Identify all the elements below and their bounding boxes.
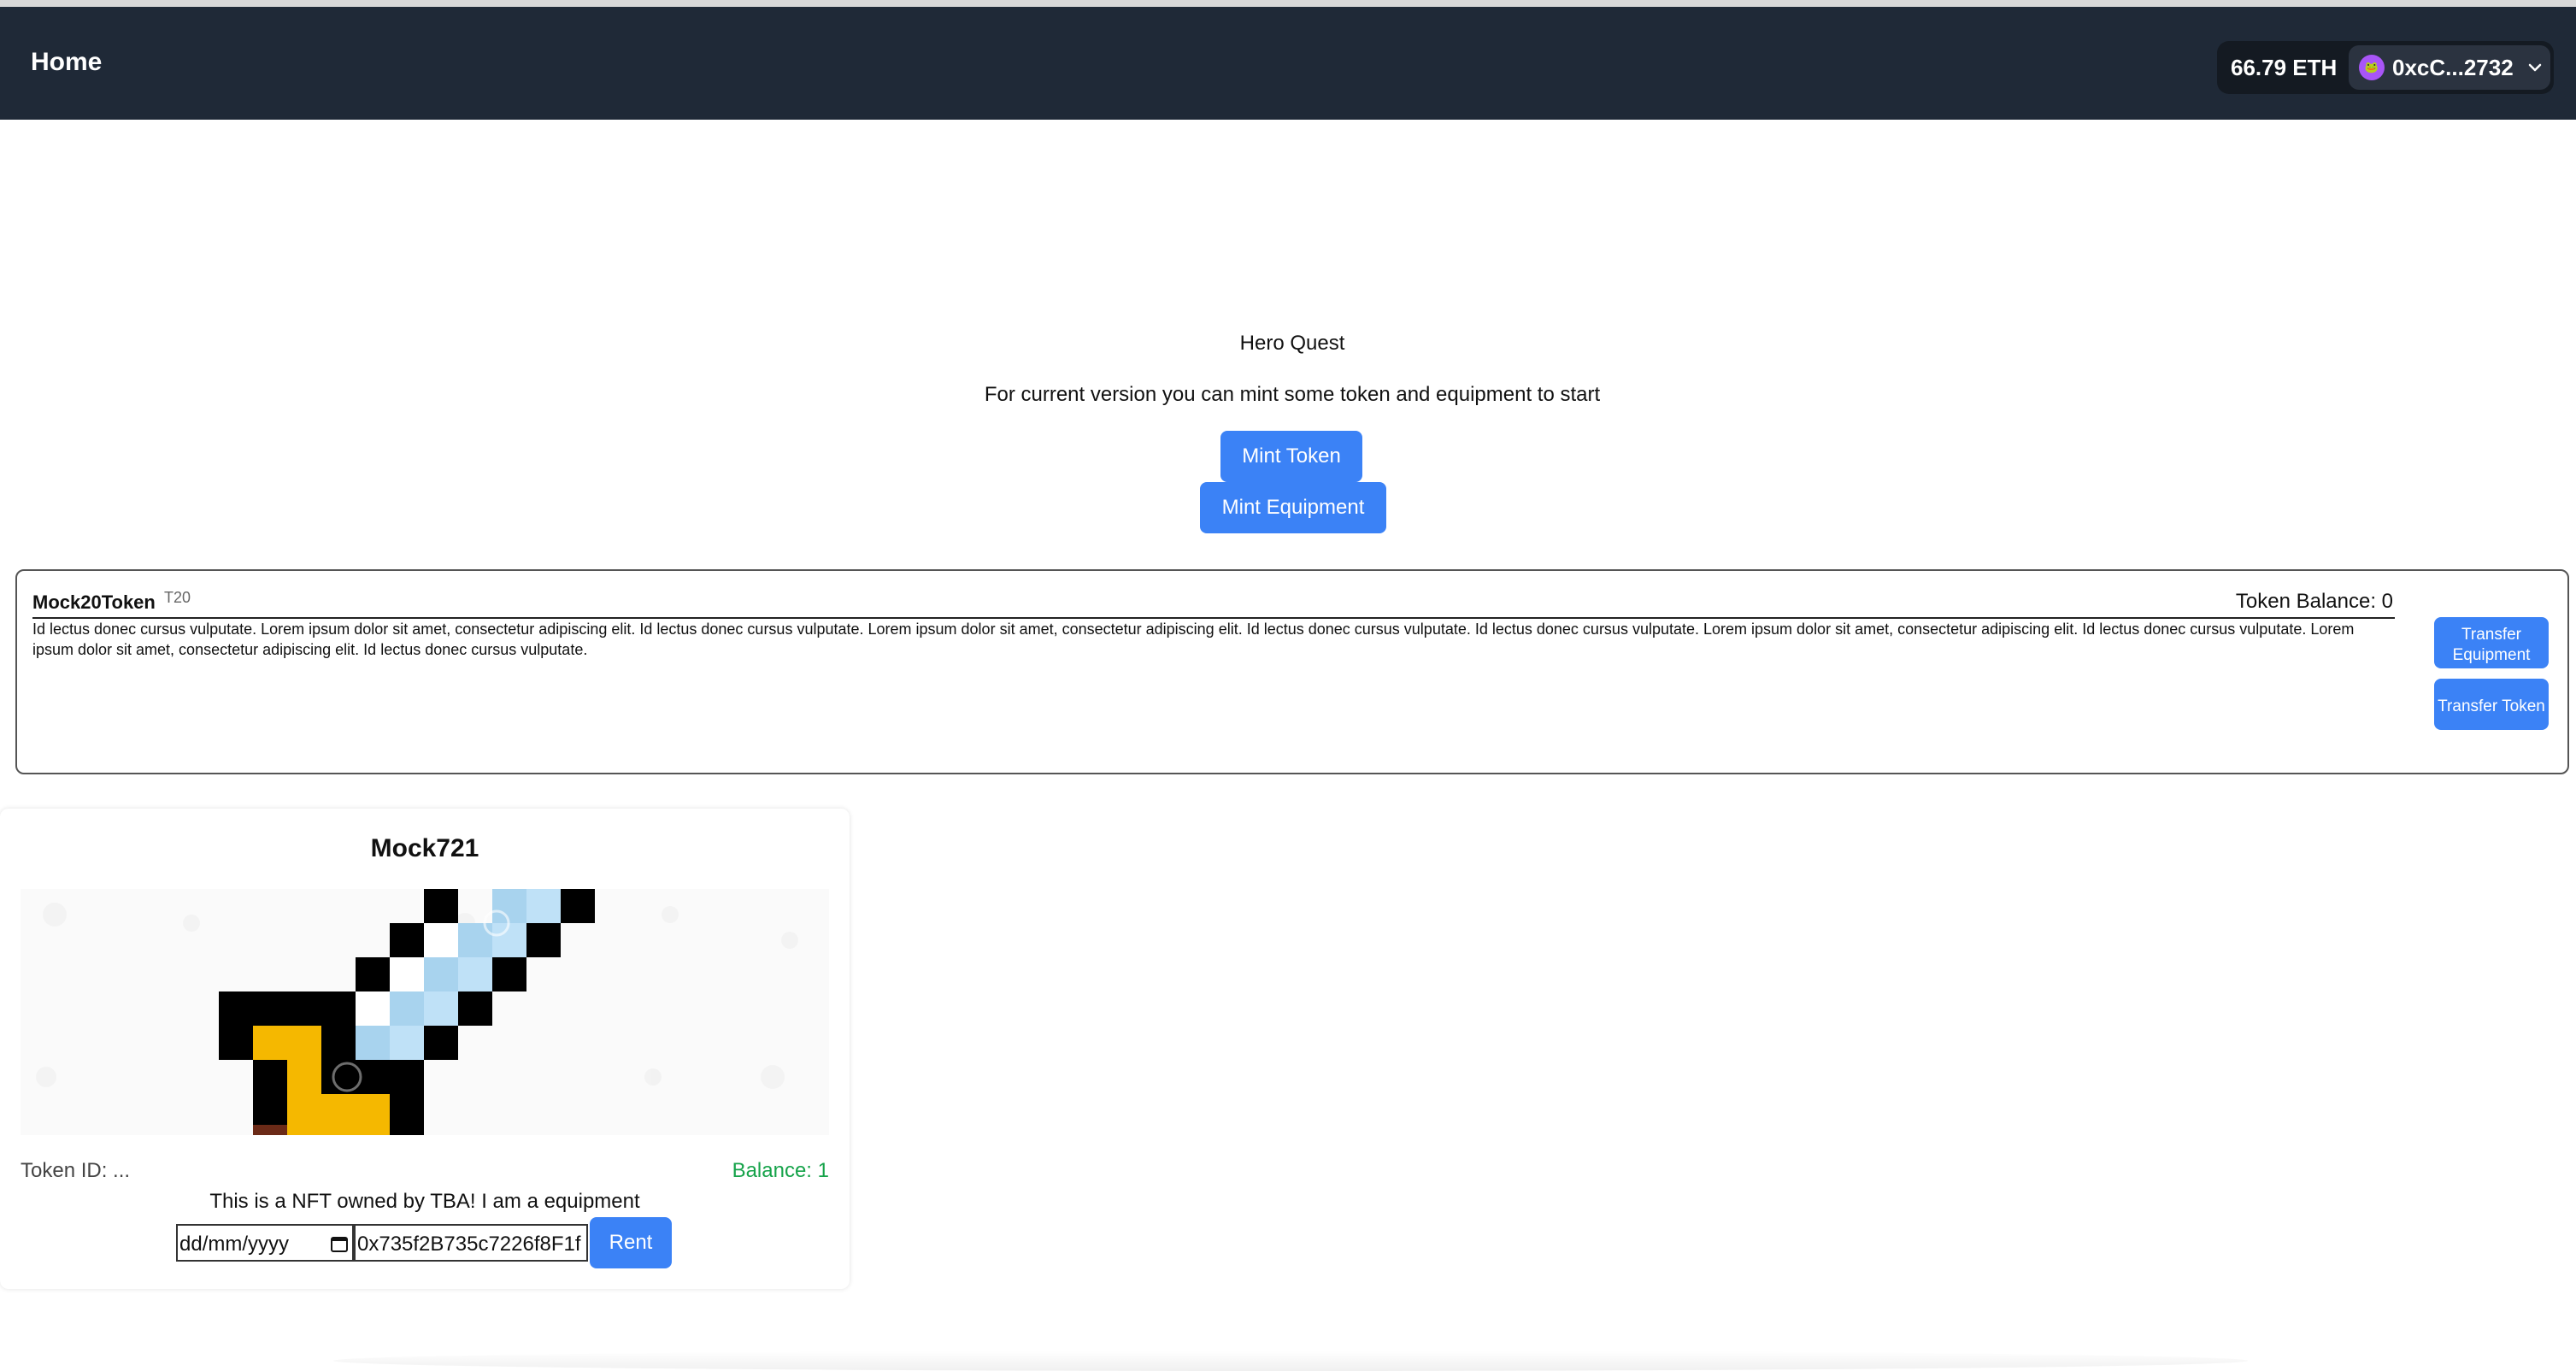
account-button[interactable]: 🐸 0xcC...2732: [2349, 45, 2550, 90]
wallet-widget: 66.79 ETH 🐸 0xcC...2732: [2217, 41, 2554, 94]
nav-home-link[interactable]: Home: [31, 48, 102, 77]
nft-title: Mock721: [370, 834, 479, 862]
address-value: 0x735f2B735c7226f8F1f: [357, 1233, 581, 1256]
token-balance: Token Balance: 0: [2235, 590, 2393, 613]
mint-equipment-button[interactable]: Mint Equipment: [1200, 482, 1386, 533]
avatar-icon: 🐸: [2359, 55, 2385, 80]
account-address: 0xcC...2732: [2392, 55, 2514, 80]
eth-balance: 66.79 ETH: [2231, 55, 2338, 80]
transfer-equipment-button[interactable]: Transfer Equipment: [2434, 617, 2549, 668]
bottom-shadow: [333, 1350, 2248, 1371]
token-description: Id lectus donec cursus vulputate. Lorem …: [32, 621, 2355, 658]
rent-date-input[interactable]: dd/mm/yyyy: [176, 1224, 354, 1262]
date-placeholder: dd/mm/yyyy: [179, 1233, 290, 1256]
rent-button[interactable]: Rent: [590, 1217, 672, 1268]
calendar-icon[interactable]: [330, 1234, 349, 1253]
nft-card: Mock721 Token ID: ... Balance: 1 This is…: [0, 809, 850, 1289]
browser-top-strip: [0, 0, 2576, 7]
rent-address-input[interactable]: 0x735f2B735c7226f8F1f: [354, 1224, 588, 1262]
token-name: Mock20Token: [32, 591, 156, 613]
sword-pixel-art: [36, 889, 798, 1135]
nft-balance: Balance: 1: [732, 1159, 829, 1182]
nft-token-id: Token ID: ...: [21, 1159, 131, 1182]
navbar: Home 66.79 ETH 🐸 0xcC...2732: [0, 7, 2576, 120]
page-title: Hero Quest: [1239, 332, 1345, 355]
transfer-token-button[interactable]: Transfer Token: [2434, 679, 2549, 730]
nft-image: [21, 889, 829, 1135]
page-subtitle: For current version you can mint some to…: [984, 383, 1601, 406]
token-card: Mock20Token T20 Token Balance: 0 Id lect…: [15, 569, 2569, 774]
token-symbol: T20: [164, 589, 191, 606]
mint-token-button[interactable]: Mint Token: [1220, 431, 1362, 482]
nft-description: This is a NFT owned by TBA! I am a equip…: [209, 1190, 640, 1213]
chevron-down-icon: [2528, 63, 2542, 72]
